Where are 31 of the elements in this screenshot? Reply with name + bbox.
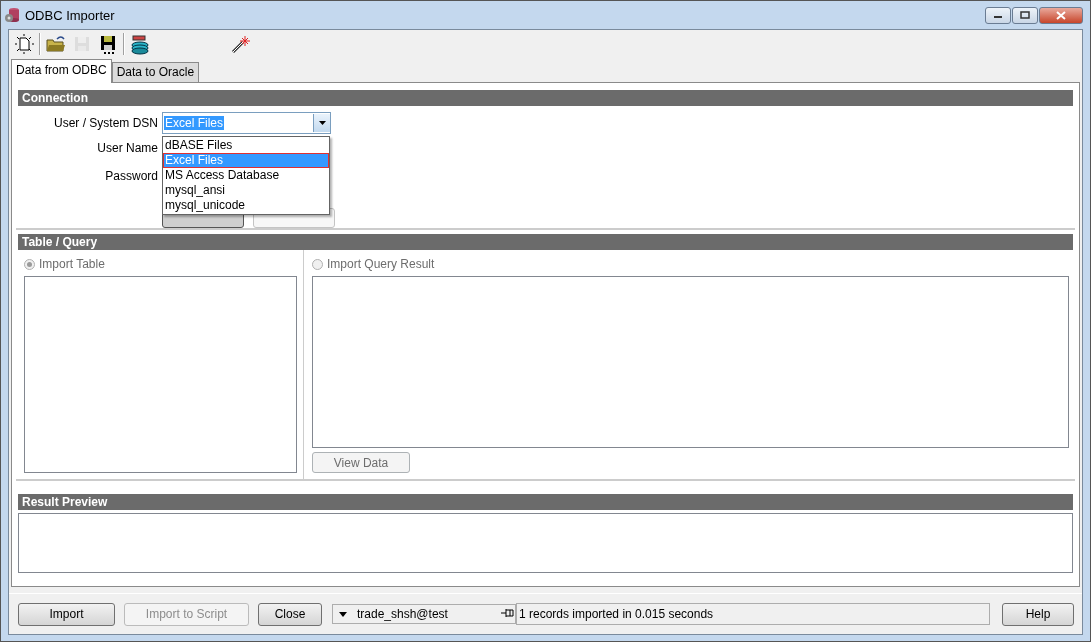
status-text: 1 records imported in 0.015 seconds (519, 606, 714, 623)
folder-icon[interactable] (45, 33, 67, 55)
section-header: Result Preview (18, 494, 1073, 510)
dropdown-arrow-icon (318, 121, 326, 125)
close-button[interactable] (1039, 6, 1083, 24)
dropdown-arrow-icon (339, 611, 347, 617)
pin-icon[interactable] (501, 608, 515, 618)
dropdown-option[interactable]: MS Access Database (163, 168, 329, 183)
maximize-icon (1020, 11, 1030, 19)
connection-dropdown[interactable]: trade_shsh@test (332, 604, 516, 624)
help-button[interactable]: Help (1002, 602, 1074, 626)
magic-wand-icon[interactable] (229, 33, 251, 55)
tab[interactable]: Data from ODBC (11, 59, 112, 83)
close-icon (1056, 10, 1066, 20)
field-label: User Name (97, 141, 158, 155)
section-header: Connection (18, 90, 1073, 106)
maximize-button[interactable] (1012, 6, 1038, 24)
section-header: Table / Query (18, 234, 1073, 250)
dropdown-option[interactable]: mysql_ansi (163, 183, 329, 198)
field-label: User / System DSN (54, 116, 158, 130)
tab[interactable]: Data to Oracle (111, 62, 200, 82)
dropdown-option[interactable]: dBASE Files (163, 138, 329, 153)
field-label: Password (105, 169, 158, 183)
button[interactable]: Close (258, 602, 322, 626)
button[interactable]: Import (18, 602, 115, 626)
dropdown-option[interactable]: mysql_unicode (163, 198, 329, 213)
minimize-button[interactable] (985, 6, 1011, 24)
database-stack-icon[interactable] (129, 33, 151, 55)
new-document-icon[interactable] (13, 33, 35, 55)
database-icon (4, 7, 20, 23)
window-title: ODBC Importer (25, 7, 115, 23)
